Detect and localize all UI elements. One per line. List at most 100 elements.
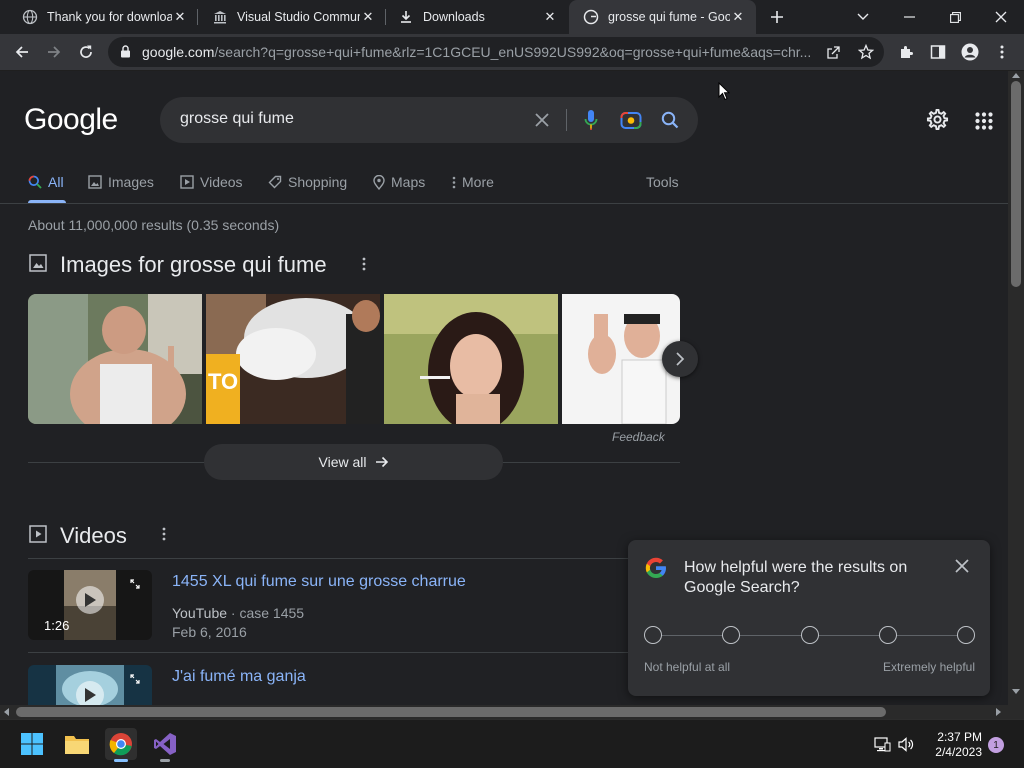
- address-bar[interactable]: google.com/search?q=grosse+qui+fume&rlz=…: [108, 37, 884, 67]
- rating-option-1[interactable]: [644, 626, 662, 644]
- vertical-scroll-thumb[interactable]: [1011, 81, 1021, 287]
- video-result-1[interactable]: 1:26 1455 XL qui fume sur une grosse cha…: [28, 570, 680, 642]
- tab-videos[interactable]: Videos: [180, 172, 243, 192]
- more-vert-icon[interactable]: [362, 257, 366, 271]
- horizontal-scroll-thumb[interactable]: [16, 707, 886, 717]
- clock-time: 2:37 PM: [937, 730, 982, 744]
- active-indicator: [114, 759, 128, 762]
- new-tab-button[interactable]: [763, 3, 791, 31]
- notification-badge[interactable]: 1: [988, 737, 1004, 753]
- tab-downloads[interactable]: Downloads ✕: [384, 0, 568, 34]
- tab-title: Thank you for downloa: [47, 10, 172, 24]
- video-icon: [29, 525, 47, 543]
- rating-option-5[interactable]: [957, 626, 975, 644]
- helpfulness-survey: How helpful were the results on Google S…: [628, 540, 990, 696]
- share-icon[interactable]: [826, 45, 841, 60]
- google-logo[interactable]: Google: [24, 103, 118, 137]
- image-icon: [29, 254, 47, 272]
- lock-icon[interactable]: [120, 45, 131, 58]
- forward-button[interactable]: [40, 38, 68, 66]
- rating-option-4[interactable]: [879, 626, 897, 644]
- volume-icon[interactable]: [898, 737, 915, 752]
- scroll-up-icon[interactable]: [1012, 73, 1020, 78]
- browser-menu-icon[interactable]: [988, 38, 1016, 66]
- close-icon[interactable]: ✕: [172, 9, 188, 25]
- scroll-left-icon[interactable]: [4, 708, 9, 716]
- more-vert-icon[interactable]: [162, 527, 166, 541]
- scroll-down-icon[interactable]: [1012, 689, 1020, 694]
- scale-high-label: Extremely helpful: [882, 660, 975, 674]
- view-all-button[interactable]: View all: [204, 444, 503, 480]
- clear-icon[interactable]: [530, 108, 554, 132]
- close-icon[interactable]: ✕: [542, 9, 558, 25]
- system-clock[interactable]: 2:37 PM 2/4/2023: [920, 730, 982, 760]
- tab-label: Shopping: [288, 174, 348, 190]
- tab-images[interactable]: Images: [88, 172, 154, 192]
- tab-title: Visual Studio Communi: [237, 10, 360, 24]
- video-result-2[interactable]: J'ai fumé ma ganja: [28, 665, 680, 705]
- expand-icon[interactable]: [130, 674, 140, 684]
- close-icon[interactable]: [954, 558, 970, 574]
- search-box[interactable]: grosse qui fume: [160, 97, 698, 143]
- scroll-right-icon[interactable]: [996, 708, 1001, 716]
- windows-start-icon[interactable]: [16, 728, 48, 760]
- reload-button[interactable]: [72, 38, 100, 66]
- image-icon: [88, 175, 102, 189]
- apps-grid-icon[interactable]: [975, 112, 993, 130]
- images-section-title[interactable]: Images for grosse qui fume: [60, 252, 327, 278]
- tag-icon: [268, 175, 282, 189]
- expand-icon[interactable]: [130, 579, 140, 589]
- video-title-link[interactable]: J'ai fumé ma ganja: [172, 668, 306, 686]
- visual-studio-taskbar-icon[interactable]: [149, 728, 181, 762]
- tab-search-button[interactable]: [840, 0, 886, 34]
- close-icon[interactable]: ✕: [730, 9, 746, 25]
- videos-section-title[interactable]: Videos: [60, 523, 127, 549]
- rating-option-2[interactable]: [722, 626, 740, 644]
- tab-shopping[interactable]: Shopping: [268, 172, 347, 192]
- camera-lens-icon[interactable]: [619, 108, 643, 132]
- tab-visual-studio[interactable]: Visual Studio Communi ✕: [198, 0, 386, 34]
- image-result-2[interactable]: TO: [206, 294, 380, 424]
- horizontal-scrollbar[interactable]: [0, 705, 1008, 719]
- back-button[interactable]: [8, 38, 36, 66]
- scrollbar-corner: [1008, 705, 1024, 719]
- bookmark-star-icon[interactable]: [858, 44, 874, 60]
- scale-low-label: Not helpful at all: [644, 660, 731, 674]
- search-input[interactable]: grosse qui fume: [180, 110, 294, 128]
- profile-avatar-icon[interactable]: [956, 38, 984, 66]
- file-explorer-icon[interactable]: [61, 728, 93, 760]
- tab-all[interactable]: All: [28, 172, 64, 192]
- minimize-button[interactable]: [886, 0, 932, 34]
- video-title-link[interactable]: 1455 XL qui fume sur une grosse charrue: [172, 573, 466, 591]
- vertical-scrollbar[interactable]: [1008, 71, 1024, 705]
- search-icon[interactable]: [658, 108, 682, 132]
- video-icon: [180, 175, 194, 189]
- video-source: YouTube · case 1455: [172, 605, 305, 621]
- network-icon[interactable]: [874, 737, 891, 752]
- next-images-button[interactable]: [662, 341, 698, 377]
- image-result-3[interactable]: [384, 294, 558, 424]
- building-icon: [212, 9, 228, 25]
- restore-button[interactable]: [932, 0, 978, 34]
- tab-more[interactable]: More: [452, 172, 494, 192]
- close-window-button[interactable]: [978, 0, 1024, 34]
- rating-option-3[interactable]: [801, 626, 819, 644]
- video-thumbnail[interactable]: [28, 665, 152, 705]
- feedback-link[interactable]: Feedback: [612, 430, 665, 444]
- mouse-cursor-icon: [718, 82, 730, 101]
- close-icon[interactable]: ✕: [360, 9, 376, 25]
- tools-button[interactable]: Tools: [646, 172, 679, 192]
- tab-label: Images: [108, 174, 154, 190]
- image-result-1[interactable]: [28, 294, 202, 424]
- extensions-icon[interactable]: [892, 38, 920, 66]
- microphone-icon[interactable]: [579, 108, 603, 132]
- survey-question: How helpful were the results on Google S…: [684, 559, 908, 596]
- url-host: google.com: [142, 44, 215, 60]
- tab-thank-you[interactable]: Thank you for downloa ✕: [8, 0, 198, 34]
- settings-gear-icon[interactable]: [926, 108, 949, 131]
- tab-maps[interactable]: Maps: [373, 172, 425, 192]
- tab-google-search[interactable]: grosse qui fume - Goo ✕: [569, 0, 756, 34]
- tab-title: grosse qui fume - Goo: [608, 10, 730, 24]
- side-panel-icon[interactable]: [924, 38, 952, 66]
- chrome-taskbar-icon[interactable]: [105, 728, 137, 762]
